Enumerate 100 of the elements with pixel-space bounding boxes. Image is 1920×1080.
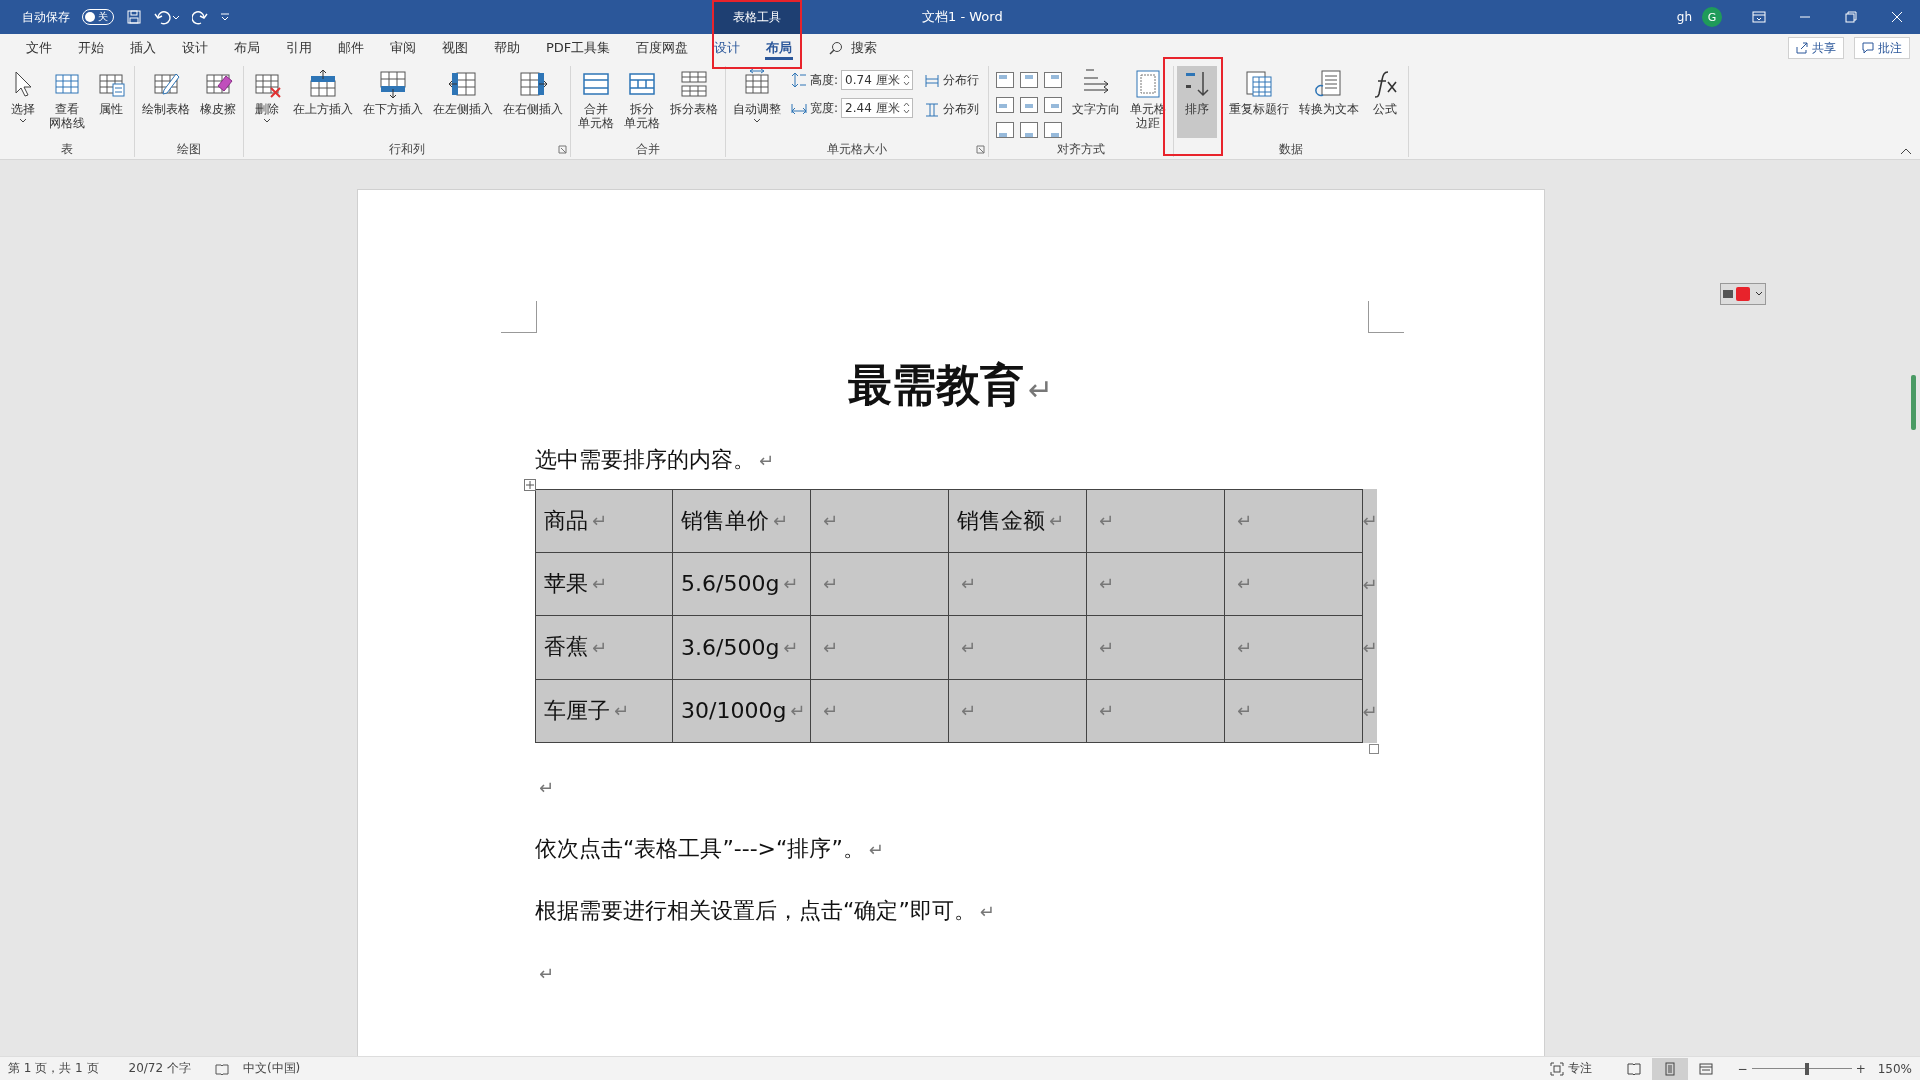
ribbon-tab[interactable]: 布局 <box>221 34 273 62</box>
group-label: 行和列 <box>388 141 426 157</box>
window-title: 文档1 - Word <box>922 8 1003 26</box>
ribbon-button[interactable]: 属性 <box>91 66 131 138</box>
ribbon-tab[interactable]: 邮件 <box>325 34 377 62</box>
scrollbar-thumb[interactable] <box>1911 375 1916 430</box>
align-button[interactable] <box>994 120 1017 140</box>
autosave-label: 自动保存 <box>22 8 70 26</box>
align-button[interactable] <box>1042 120 1065 140</box>
ribbon-tab[interactable]: 设计 <box>169 34 221 62</box>
close-icon <box>1890 10 1904 24</box>
paragraph-mark: ↵ <box>1237 510 1253 532</box>
align-icon <box>996 97 1015 113</box>
ribbon-button[interactable]: 在右侧插入 <box>499 66 567 138</box>
distribute-columns-icon <box>925 102 940 117</box>
align-button[interactable] <box>1018 120 1041 140</box>
comments-button[interactable]: 批注 <box>1854 37 1910 59</box>
align-icon <box>1044 122 1063 138</box>
ribbon-button[interactable]: 分布行 <box>923 70 982 91</box>
paragraph-mark: ↵ <box>759 450 775 471</box>
ribbon-button[interactable]: 排序 <box>1177 66 1218 138</box>
ribbon-button[interactable]: 橡皮擦 <box>196 66 240 138</box>
view-button[interactable] <box>1651 1057 1688 1080</box>
align-button[interactable] <box>1042 95 1065 115</box>
share-button[interactable]: 共享 <box>1788 37 1844 59</box>
ribbon-tab[interactable]: PDF工具集 <box>533 34 624 62</box>
align-button[interactable] <box>994 70 1017 90</box>
ribbon-button[interactable]: 转换为文本 <box>1295 66 1364 138</box>
dialog-launcher-icon[interactable] <box>558 145 567 154</box>
language-status[interactable]: 中文(中国) <box>242 1060 301 1077</box>
align-button[interactable] <box>1018 70 1041 90</box>
focus-button[interactable]: 专注 <box>1543 1059 1598 1078</box>
insert-row-above-icon <box>307 68 339 100</box>
align-button[interactable] <box>1018 95 1041 115</box>
ribbon-button[interactable]: 删除 <box>247 66 287 138</box>
paragraph-mark: ↵ <box>1099 573 1115 595</box>
web-layout-icon <box>1698 1061 1713 1076</box>
size-field[interactable]: 0.74 厘米 <box>841 70 914 90</box>
size-field[interactable]: 2.44 厘米 <box>841 98 914 118</box>
slider-thumb[interactable] <box>1804 1062 1809 1075</box>
ribbon-button[interactable]: 重复标题行 <box>1225 66 1294 138</box>
collapse-ribbon-icon[interactable] <box>1900 147 1912 155</box>
group-label: 单元格大小 <box>826 141 888 157</box>
move-handle-icon[interactable] <box>524 479 536 491</box>
ribbon-button[interactable]: 分布列 <box>923 99 982 120</box>
paragraph-mark: ↵ <box>823 636 839 658</box>
context-tab-label: 表格工具 <box>712 0 802 34</box>
ribbon-tab[interactable]: 引用 <box>273 34 325 62</box>
zoom-in-button[interactable]: + <box>1851 1061 1870 1076</box>
ribbon-button[interactable]: 查看 网格线 <box>45 66 89 138</box>
ribbon-button[interactable]: 选择 <box>3 66 43 138</box>
ribbon-button[interactable]: 拆分 单元格 <box>620 66 664 138</box>
page-count[interactable]: 第 1 页，共 1 页 <box>8 1060 99 1077</box>
group-label: 数据 <box>1278 141 1305 157</box>
ribbon-button[interactable]: 文字方向 <box>1068 66 1125 138</box>
word-count[interactable]: 20/72 个字 <box>128 1060 191 1077</box>
align-icon <box>1020 122 1039 138</box>
zoom-out-button[interactable]: − <box>1733 1061 1752 1076</box>
paragraph-mark: ↵ <box>614 700 630 722</box>
cell-text: 销售金额 <box>957 506 1045 535</box>
customize-icon <box>220 12 230 22</box>
ribbon-button[interactable]: 绘制表格 <box>138 66 194 138</box>
ribbon-tab[interactable]: 开始 <box>65 34 117 62</box>
save-icon <box>126 9 142 25</box>
focus-icon <box>1549 1061 1564 1076</box>
ribbon-tab[interactable]: 插入 <box>117 34 169 62</box>
ribbon-tab[interactable]: 文件 <box>13 34 65 62</box>
ribbon-button[interactable]: 在左侧插入 <box>429 66 497 138</box>
paragraph-mark: ↵ <box>961 636 977 658</box>
align-icon <box>996 72 1015 88</box>
paragraph-mark: ↵ <box>1099 700 1115 722</box>
paragraph-mark: ↵ <box>823 510 839 532</box>
ribbon-button[interactable]: 公式 <box>1365 66 1406 138</box>
ribbon-tab[interactable]: 视图 <box>429 34 481 62</box>
cell-text: 苹果 <box>544 569 588 598</box>
ribbon-button[interactable]: 合并 单元格 <box>574 66 618 138</box>
avatar[interactable]: G <box>1702 7 1722 27</box>
paragraph-mark: ↵ <box>823 573 839 595</box>
distribute-rows-icon <box>925 73 940 88</box>
ribbon-tab[interactable]: 百度网盘 <box>623 34 702 62</box>
ribbon-tab[interactable]: 设计 <box>701 34 754 62</box>
align-button[interactable] <box>994 95 1017 115</box>
field-label: 宽度: <box>810 99 839 117</box>
zoom-level[interactable]: 150% <box>1877 1061 1912 1076</box>
group-label: 表 <box>60 141 74 157</box>
row-end-mark: ↵ <box>1362 573 1378 595</box>
ribbon-button[interactable]: 自动调整 <box>729 66 785 138</box>
ribbon-tab[interactable]: 帮助 <box>481 34 533 62</box>
document-title: 最需教育 <box>847 359 1024 410</box>
search-button[interactable]: 搜索 <box>823 34 884 62</box>
paragraph-mark: ↵ <box>1099 636 1115 658</box>
ribbon-tab[interactable]: 审阅 <box>377 34 429 62</box>
ribbon-button[interactable]: 在上方插入 <box>289 66 357 138</box>
paragraph-mark: ↵ <box>783 636 799 658</box>
ribbon-button[interactable]: 在下方插入 <box>359 66 427 138</box>
ribbon-button[interactable]: 拆分表格 <box>666 66 722 138</box>
dialog-launcher-icon[interactable] <box>976 145 986 154</box>
resize-handle-icon[interactable] <box>1369 744 1379 754</box>
cell-text: 销售单价 <box>681 506 769 535</box>
align-button[interactable] <box>1042 70 1065 90</box>
